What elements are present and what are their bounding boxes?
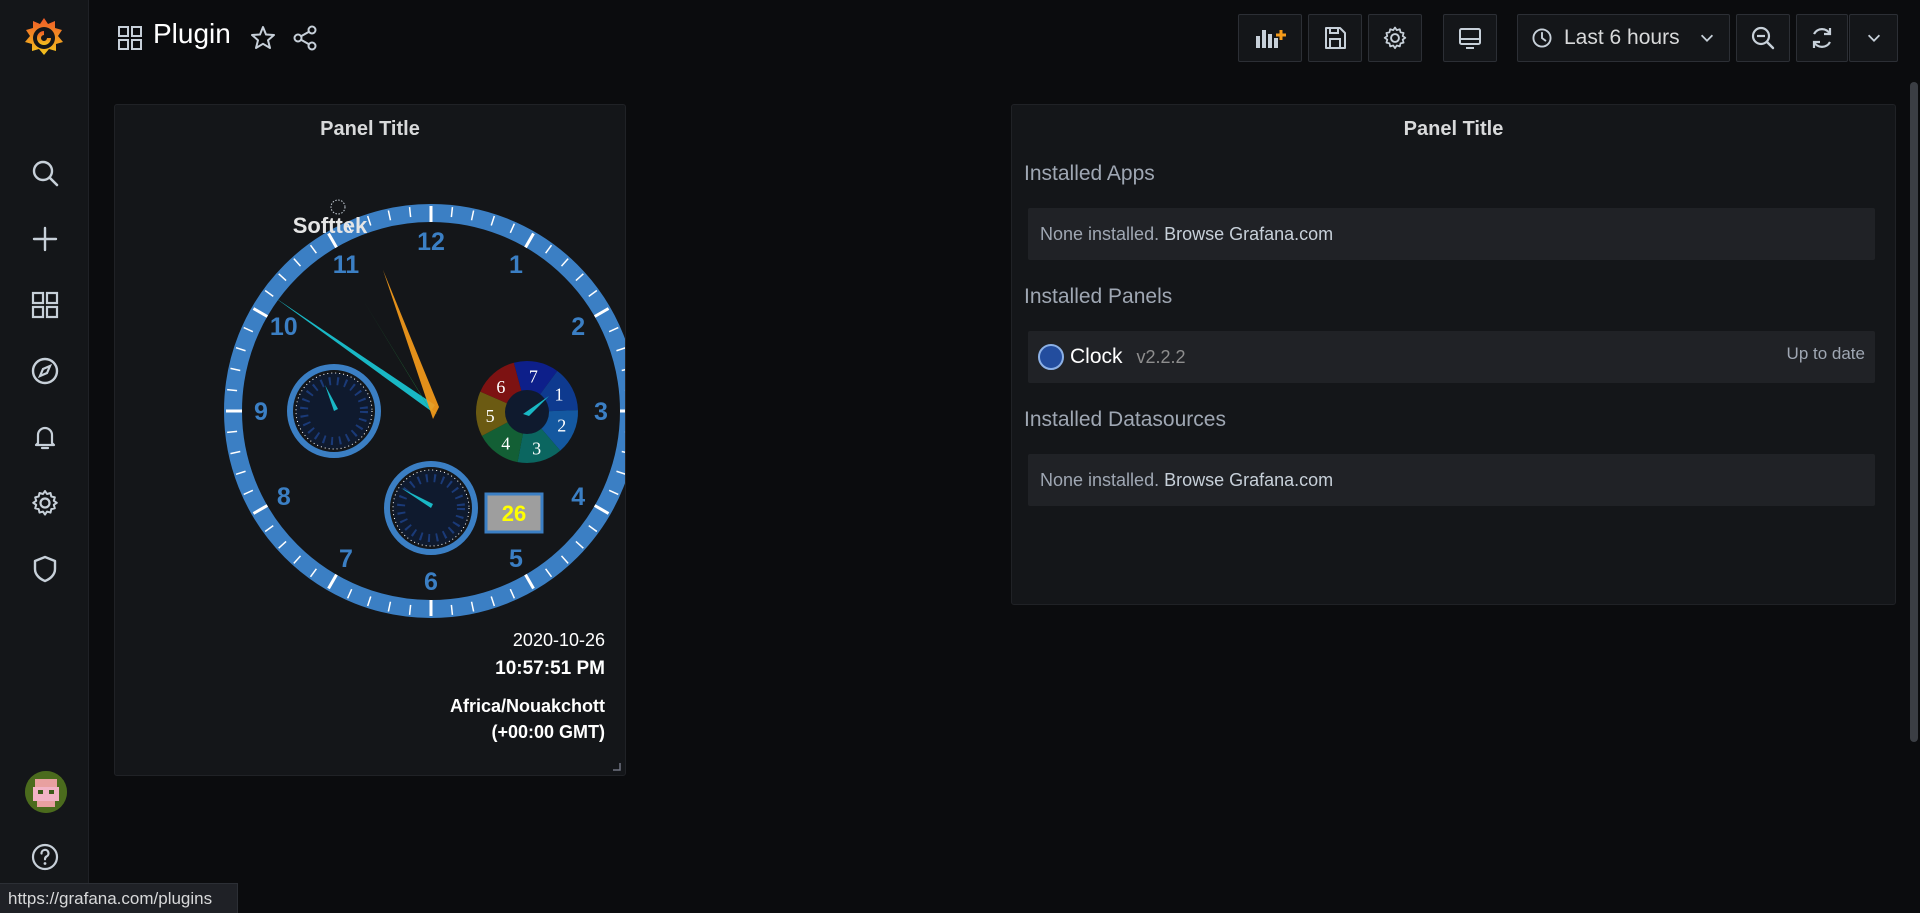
installed-panels-heading: Installed Panels — [1024, 285, 1173, 308]
plugin-status: Up to date — [1786, 344, 1865, 363]
alert-bell-icon[interactable] — [24, 416, 66, 458]
minor-tick — [227, 388, 238, 392]
zoom-out-icon — [1751, 26, 1775, 50]
subdial-number: 7 — [529, 367, 538, 387]
tv-mode-button[interactable] — [1443, 14, 1497, 62]
panel-title[interactable]: Panel Title — [1012, 118, 1895, 141]
installed-apps-heading: Installed Apps — [1024, 162, 1155, 185]
brand-label: Softtek — [293, 213, 368, 238]
shield-icon[interactable] — [24, 548, 66, 590]
plugin-list-panel: Panel Title Installed Apps None installe… — [1011, 104, 1896, 605]
dial-number: 1 — [509, 251, 523, 279]
subdial-number: 3 — [532, 439, 541, 459]
dial-number: 5 — [509, 545, 523, 573]
timezone-offset: (+00:00 GMT) — [491, 722, 605, 742]
plugin-row-clock[interactable]: Clock v2.2.2 Up to date — [1028, 331, 1875, 383]
plugin-version: v2.2.2 — [1136, 346, 1186, 367]
dashboard-settings-button[interactable] — [1368, 14, 1422, 62]
brand-logo: Softtek — [293, 199, 368, 238]
apps-browse-link[interactable]: Browse Grafana.com — [1164, 224, 1333, 245]
refresh-interval-dropdown[interactable] — [1849, 14, 1898, 62]
page-scrollbar[interactable] — [1910, 82, 1918, 742]
grafana-logo-icon[interactable] — [18, 12, 70, 64]
minor-tick — [408, 604, 412, 615]
subdial-number: 6 — [496, 377, 505, 397]
day-of-month: 26 — [502, 501, 526, 526]
tv-mode-icon — [1459, 28, 1481, 49]
time-range-picker[interactable]: Last 6 hours — [1517, 14, 1730, 62]
dial-number: 3 — [594, 398, 608, 426]
add-panel-icon — [1256, 30, 1286, 48]
save-dashboard-button[interactable] — [1308, 14, 1362, 62]
share-icon[interactable] — [289, 22, 321, 54]
dial-number: 11 — [333, 251, 360, 279]
panel-title[interactable]: Panel Title — [115, 118, 625, 141]
subdial-number: 5 — [486, 406, 495, 426]
left-subdial — [287, 364, 381, 458]
dial-number: 7 — [339, 545, 353, 573]
plus-icon[interactable] — [24, 218, 66, 260]
dashboards-icon[interactable] — [24, 284, 66, 326]
sidebar — [0, 0, 89, 913]
dial-number: 6 — [424, 568, 438, 596]
top-navbar: Plugin Last 6 hours — [89, 0, 1920, 76]
ds-none-text: None installed. — [1040, 469, 1160, 490]
timezone-name: Africa/Nouakchott — [449, 696, 605, 716]
settings-icon — [1383, 26, 1407, 50]
zoom-out-button[interactable] — [1736, 14, 1790, 62]
color-subdial: 1 23 456 7 — [476, 361, 578, 464]
installed-datasources-row: None installed. Browse Grafana.com — [1028, 454, 1875, 506]
minor-tick — [450, 207, 454, 218]
minor-tick — [408, 207, 412, 218]
refresh-button[interactable] — [1796, 14, 1848, 62]
ds-browse-link[interactable]: Browse Grafana.com — [1164, 470, 1333, 491]
page-title[interactable]: Plugin — [153, 18, 231, 50]
dial-number: 2 — [571, 313, 585, 341]
dial-number: 8 — [277, 483, 291, 511]
clock-icon — [1532, 28, 1552, 48]
date-label: 2020-10-26 — [512, 630, 605, 650]
add-panel-button[interactable] — [1238, 14, 1302, 62]
resize-handle-icon[interactable] — [611, 761, 621, 771]
chevron-down-icon — [1700, 34, 1713, 42]
time-label: 10:57:51 PM — [495, 658, 605, 679]
clock-panel: Panel Title 12 1 2 3 4 5 6 7 8 9 10 11 Softtek 1234… — [114, 104, 626, 776]
installed-apps-row: None installed. Browse Grafana.com — [1028, 208, 1875, 260]
star-icon[interactable] — [247, 22, 279, 54]
search-icon[interactable] — [24, 152, 66, 194]
help-icon[interactable] — [24, 836, 66, 878]
plugin-name[interactable]: Clock — [1070, 345, 1123, 369]
explore-icon[interactable] — [24, 350, 66, 392]
clock-plugin-icon — [1038, 344, 1064, 370]
timezone-label: Africa/Nouakchott (+00:00 GMT) — [450, 693, 605, 745]
dial-number: 10 — [270, 313, 298, 341]
date-window: 26 — [484, 492, 544, 534]
time-range-label: Last 6 hours — [1564, 26, 1680, 49]
dashboards-icon — [116, 24, 144, 52]
dial-number: 12 — [417, 228, 445, 256]
subdial-number: 1 — [555, 385, 564, 405]
save-icon — [1325, 27, 1346, 49]
bottom-subdial — [384, 461, 478, 555]
dial-number: 9 — [254, 398, 268, 426]
gear-icon[interactable] — [24, 482, 66, 524]
chevron-down-icon — [1867, 34, 1880, 42]
installed-datasources-heading: Installed Datasources — [1024, 408, 1226, 431]
refresh-icon — [1812, 28, 1832, 48]
analog-clock: 121234567891011 Softtek 1234567 26 — [224, 199, 625, 618]
avatar[interactable] — [25, 771, 67, 813]
subdial-number: 4 — [501, 433, 510, 453]
subdial-number: 2 — [557, 416, 566, 436]
minor-tick — [450, 604, 454, 615]
status-bar-url: https://grafana.com/plugins — [0, 883, 238, 913]
minor-tick — [227, 430, 238, 434]
dial-number: 4 — [571, 483, 585, 511]
apps-none-text: None installed. — [1040, 223, 1160, 244]
